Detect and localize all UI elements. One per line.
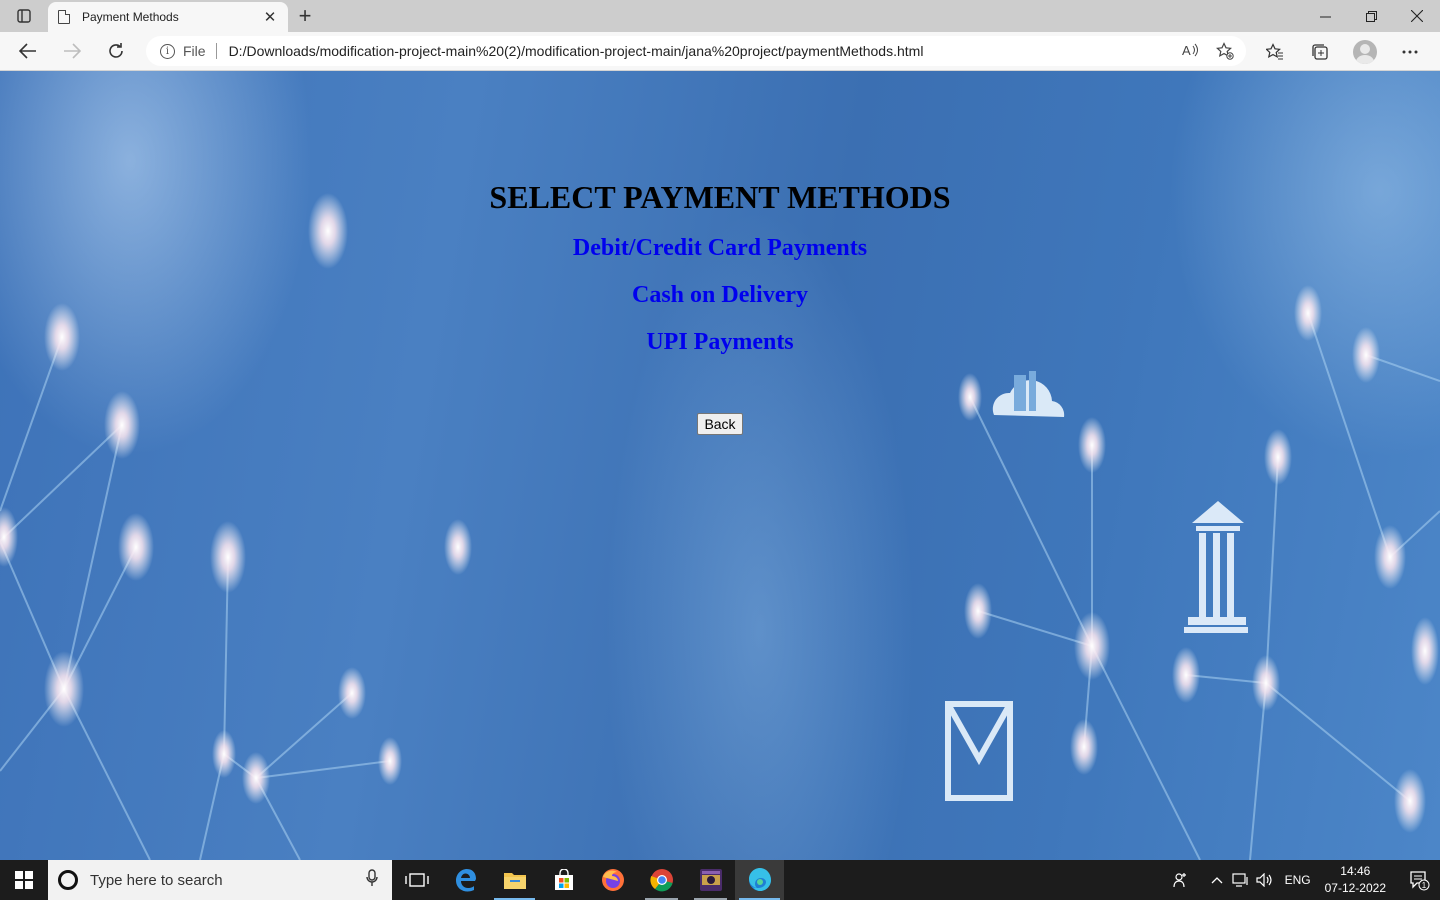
game-app-icon (699, 869, 722, 891)
volume-icon[interactable] (1253, 873, 1277, 887)
browser-tools (1252, 32, 1432, 71)
favorites-icon (1265, 42, 1283, 59)
window-controls (1302, 0, 1440, 32)
info-icon[interactable]: i (160, 43, 175, 59)
microphone-icon[interactable] (366, 868, 392, 892)
language-indicator[interactable]: ENG (1285, 873, 1311, 887)
collections-button[interactable] (1297, 34, 1342, 70)
add-favorite-icon[interactable] (1216, 42, 1234, 60)
refresh-icon (109, 43, 123, 58)
firefox-icon (601, 869, 624, 891)
page-title: SELECT PAYMENT METHODS (489, 179, 951, 215)
favorites-button[interactable] (1252, 34, 1297, 70)
refresh-button[interactable] (94, 33, 138, 69)
network-icon[interactable] (1229, 873, 1253, 887)
close-icon (1411, 10, 1423, 22)
restore-icon (1365, 10, 1377, 22)
clock-date: 07-12-2022 (1324, 881, 1386, 895)
windows-logo-icon (15, 871, 33, 889)
close-tab-icon[interactable]: ✕ (262, 9, 278, 26)
address-bar-actions: A (1182, 42, 1234, 60)
forward-nav-button[interactable] (50, 33, 94, 69)
notification-count: 1 (1422, 881, 1427, 890)
profile-button[interactable] (1342, 34, 1387, 70)
arrow-right-icon (64, 43, 81, 59)
taskbar-chrome[interactable] (637, 860, 686, 900)
arrow-left-icon (19, 43, 36, 59)
system-tray: ENG 14:46 07-12-2022 1 (1169, 860, 1440, 900)
close-window-button[interactable] (1394, 0, 1440, 32)
notification-icon: 1 (1410, 871, 1430, 891)
more-icon (1402, 50, 1417, 53)
store-icon (554, 869, 573, 890)
tab-actions-icon (17, 9, 31, 23)
tab-payment-methods[interactable]: Payment Methods ✕ (48, 2, 288, 32)
link-cash-on-delivery[interactable]: Cash on Delivery (0, 282, 1440, 309)
tab-actions-button[interactable] (0, 0, 48, 32)
task-view-button[interactable] (392, 860, 441, 900)
windows-taskbar: Type here to search ENG 14:46 07-12-2022… (0, 860, 1440, 900)
back-nav-button[interactable] (6, 33, 50, 69)
chevron-up-icon[interactable] (1205, 876, 1229, 884)
taskbar-edge[interactable] (735, 860, 784, 900)
search-placeholder: Type here to search (90, 871, 223, 889)
address-bar[interactable]: i File D:/Downloads/modification-project… (146, 36, 1246, 66)
notification-center-button[interactable]: 1 (1400, 869, 1440, 891)
address-divider (215, 43, 217, 59)
folder-icon (503, 873, 526, 889)
task-view-icon (404, 873, 429, 887)
page-viewport: SELECT PAYMENT METHODS Debit/Credit Card… (0, 71, 1440, 860)
minimize-button[interactable] (1302, 0, 1348, 32)
scheme-label: File (183, 43, 206, 59)
taskbar-firefox[interactable] (588, 860, 637, 900)
edge-legacy-icon (455, 869, 476, 892)
collections-icon (1311, 43, 1328, 60)
tab-strip: Payment Methods ✕ + (0, 0, 1440, 32)
taskbar-file-explorer[interactable] (490, 860, 539, 900)
start-button[interactable] (0, 860, 48, 900)
avatar (1352, 39, 1377, 64)
minimize-icon (1319, 16, 1331, 17)
link-upi-payments[interactable]: UPI Payments (0, 329, 1440, 356)
new-tab-button[interactable]: + (288, 0, 322, 32)
people-icon[interactable] (1169, 872, 1193, 888)
taskbar-store[interactable] (539, 860, 588, 900)
cortana-icon (58, 870, 78, 890)
restore-button[interactable] (1348, 0, 1394, 32)
settings-menu-button[interactable] (1387, 34, 1432, 70)
page-icon (58, 10, 70, 24)
taskbar-search-box[interactable]: Type here to search (48, 860, 392, 900)
chrome-icon (649, 869, 673, 892)
browser-toolbar: i File D:/Downloads/modification-project… (0, 32, 1440, 71)
url-text[interactable]: D:/Downloads/modification-project-main%2… (229, 43, 1182, 59)
read-aloud-icon[interactable]: A (1182, 42, 1200, 58)
clock-time: 14:46 (1340, 864, 1371, 878)
edge-icon (748, 868, 771, 891)
taskbar-edge-legacy[interactable] (441, 860, 490, 900)
link-card-payments[interactable]: Debit/Credit Card Payments (0, 235, 1440, 262)
svg-text:A: A (1182, 43, 1191, 58)
tab-title: Payment Methods (82, 10, 179, 24)
clock[interactable]: 14:46 07-12-2022 (1325, 863, 1386, 897)
back-button[interactable]: Back (697, 413, 743, 435)
taskbar-game-app[interactable] (686, 860, 735, 900)
